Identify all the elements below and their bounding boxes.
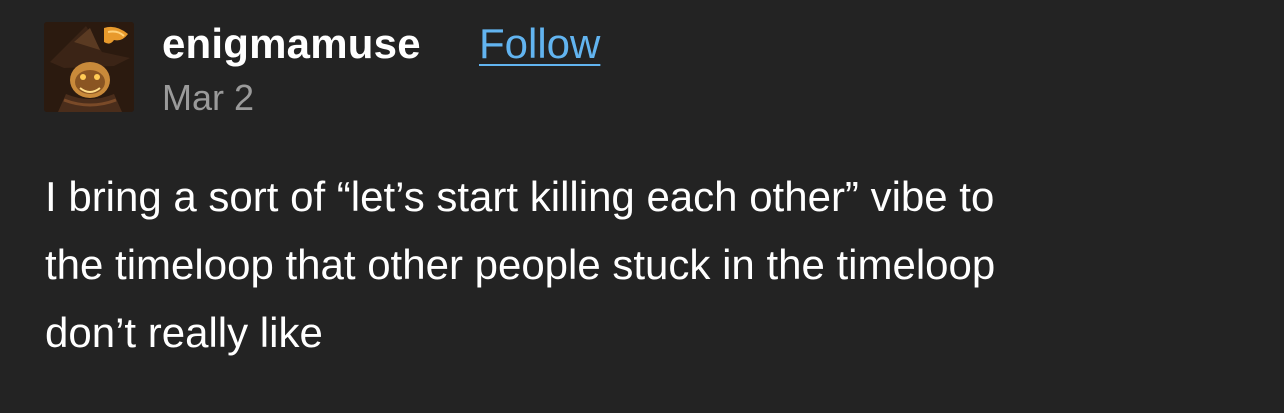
username[interactable]: enigmamuse [162, 20, 421, 68]
post-body-line: I bring a sort of “let’s start killing e… [45, 173, 995, 220]
post-date[interactable]: Mar 2 [162, 77, 254, 119]
avatar-image [44, 22, 134, 112]
post-body: I bring a sort of “let’s start killing e… [45, 163, 1225, 367]
post-body-line: don’t really like [45, 309, 323, 356]
post-body-line: the timeloop that other people stuck in … [45, 241, 996, 288]
follow-button[interactable]: Follow [479, 20, 600, 68]
post-card: enigmamuse Follow Mar 2 I bring a sort o… [0, 0, 1284, 413]
avatar[interactable] [44, 22, 134, 112]
